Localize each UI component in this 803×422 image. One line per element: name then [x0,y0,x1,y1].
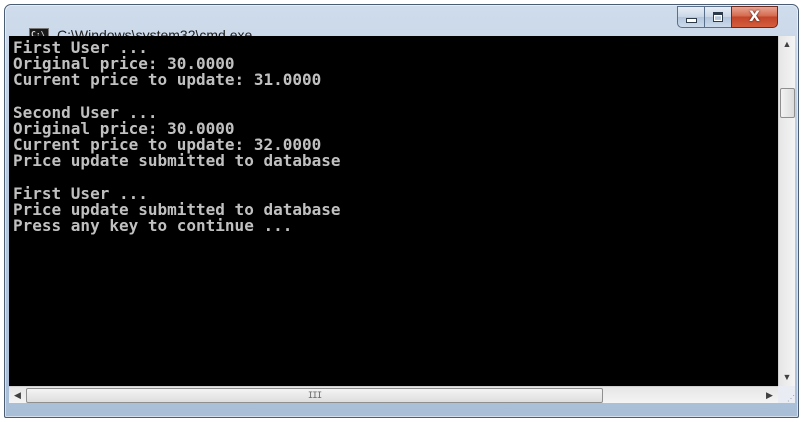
scroll-grip-icon: III [307,390,322,401]
minimize-button[interactable] [677,6,704,28]
scroll-up-arrow-icon[interactable]: ▲ [779,36,795,53]
scroll-down-arrow-icon[interactable]: ▼ [779,369,795,386]
scroll-left-arrow-icon[interactable]: ◀ [9,387,26,403]
minimize-icon [685,17,697,23]
horizontal-scrollbar[interactable]: ◀ III ▶ [9,386,778,403]
close-icon: X [749,9,760,25]
horizontal-scroll-thumb[interactable]: III [26,388,603,403]
maximize-icon [713,12,723,22]
scroll-right-arrow-icon[interactable]: ▶ [761,387,778,403]
caption-buttons: X [677,6,778,28]
console-output[interactable]: First User ... Original price: 30.0000 C… [9,36,778,386]
maximize-button[interactable] [704,6,731,28]
close-button[interactable]: X [731,6,778,28]
resize-grip-icon[interactable]: ⋰ [778,386,795,403]
console-text: First User ... Original price: 30.0000 C… [13,38,341,236]
title-bar[interactable]: C:\ C:\Windows\system32\cmd.exe X [5,5,798,43]
vertical-scrollbar[interactable]: ▲ ▼ [778,36,795,386]
vertical-scroll-thumb[interactable] [780,88,795,118]
